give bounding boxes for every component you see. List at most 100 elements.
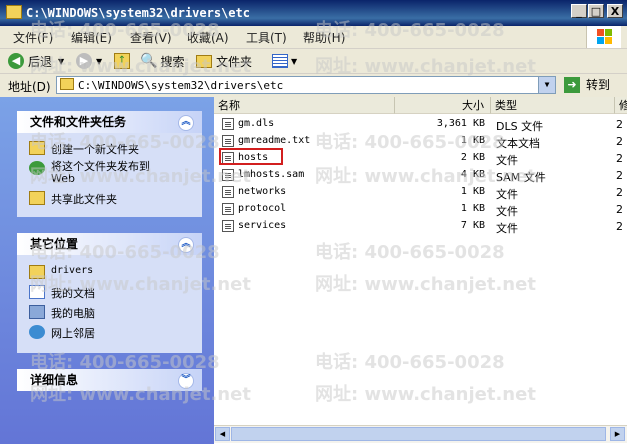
views-icon xyxy=(272,54,288,68)
horizontal-scrollbar[interactable]: ◀ ▶ xyxy=(214,425,627,443)
new-folder-link[interactable]: 创建一个新文件夹 xyxy=(29,141,139,157)
network-icon xyxy=(29,325,45,339)
file-size: 1 KB xyxy=(460,135,485,146)
file-row[interactable]: protocol 1 KB 文件 2 xyxy=(220,201,625,218)
file-tasks-title: 文件和文件夹任务 xyxy=(30,115,127,129)
expand-icon[interactable]: ︾ xyxy=(178,373,194,389)
chevron-down-icon: ▼ xyxy=(291,56,298,66)
computer-icon xyxy=(29,305,45,319)
search-button[interactable]: 🔍 搜索 xyxy=(140,51,184,71)
forward-button[interactable]: ▶ ▼ xyxy=(76,51,102,71)
back-label: 后退 xyxy=(28,54,53,69)
file-name: lmhosts.sam xyxy=(238,169,305,180)
go-label: 转到 xyxy=(586,78,611,92)
publish-web-label-2: Web xyxy=(51,172,75,185)
collapse-icon[interactable]: ︽ xyxy=(178,115,194,131)
other-places-title: 其它位置 xyxy=(30,237,79,251)
chevron-down-icon: ▼ xyxy=(58,56,65,66)
menu-tools[interactable]: 工具(T) xyxy=(246,29,287,46)
folder-up-icon: ↑ xyxy=(114,53,130,69)
folder-icon xyxy=(29,265,45,279)
file-tasks-header[interactable]: 文件和文件夹任务 ︽ xyxy=(17,111,202,133)
column-type[interactable]: 类型 xyxy=(491,97,615,114)
file-modified: 2 xyxy=(616,152,623,165)
other-places-header[interactable]: 其它位置 ︽ xyxy=(17,233,202,255)
address-label: 地址(D) xyxy=(8,80,51,94)
file-size: 4 KB xyxy=(460,169,485,180)
chevron-down-icon: ▼ xyxy=(96,56,103,66)
file-type: 文本文档 xyxy=(496,137,540,150)
file-name: protocol xyxy=(238,203,287,214)
file-modified: 2 xyxy=(616,203,623,216)
details-header[interactable]: 详细信息 ︾ xyxy=(17,369,202,391)
window-title: C:\WINDOWS\system32\drivers\etc xyxy=(26,6,250,20)
globe-icon xyxy=(29,161,45,175)
scroll-thumb[interactable] xyxy=(231,427,606,441)
menu-bar: 文件(F) 编辑(E) 查看(V) 收藏(A) 工具(T) 帮助(H) xyxy=(0,26,627,49)
file-row[interactable]: services 7 KB 文件 2 xyxy=(220,218,625,235)
column-size[interactable]: 大小 xyxy=(395,97,491,114)
task-pane: 文件和文件夹任务 ︽ 创建一个新文件夹 将这个文件夹发布到 Web 共享此文件夹… xyxy=(0,97,214,444)
details-panel: 详细信息 ︾ xyxy=(17,369,202,391)
new-folder-icon xyxy=(29,141,45,155)
folder-icon xyxy=(196,54,212,68)
share-folder-label: 共享此文件夹 xyxy=(51,193,117,206)
toolbar: ◀ 后退 ▼ ▶ ▼ ↑ 🔍 搜索 文件夹 ▼ xyxy=(0,49,627,74)
scroll-right-icon[interactable]: ▶ xyxy=(610,427,625,441)
close-button[interactable]: X xyxy=(607,4,623,18)
file-row[interactable]: networks 1 KB 文件 2 xyxy=(220,184,625,201)
share-folder-link[interactable]: 共享此文件夹 xyxy=(29,191,117,207)
back-button[interactable]: ◀ 后退 ▼ xyxy=(8,51,64,71)
new-folder-label: 创建一个新文件夹 xyxy=(51,143,139,156)
menu-file[interactable]: 文件(F) xyxy=(13,29,53,46)
folders-button[interactable]: 文件夹 xyxy=(196,51,252,71)
minimize-button[interactable]: _ xyxy=(571,4,587,18)
file-row[interactable]: lmhosts.sam 4 KB SAM 文件 2 xyxy=(220,167,625,184)
file-type: 文件 xyxy=(496,222,518,235)
file-icon xyxy=(222,220,234,232)
address-value: C:\WINDOWS\system32\drivers\etc xyxy=(78,79,284,92)
publish-web-link[interactable]: 将这个文件夹发布到 Web xyxy=(29,161,150,185)
file-row[interactable]: gm.dls 3,361 KB DLS 文件 2 xyxy=(220,116,625,133)
chevron-down-icon[interactable]: ▼ xyxy=(538,77,555,93)
file-icon xyxy=(222,118,234,130)
windows-logo xyxy=(586,26,621,48)
file-size: 3,361 KB xyxy=(436,118,485,129)
go-button[interactable]: ➜ 转到 xyxy=(564,76,610,93)
file-icon xyxy=(222,169,234,181)
place-network[interactable]: 网上邻居 xyxy=(29,325,95,341)
menu-favorites[interactable]: 收藏(A) xyxy=(187,29,229,46)
search-label: 搜索 xyxy=(160,54,185,69)
file-tasks-panel: 文件和文件夹任务 ︽ 创建一个新文件夹 将这个文件夹发布到 Web 共享此文件夹 xyxy=(17,111,202,217)
file-type: 文件 xyxy=(496,188,518,201)
file-name: gmreadme.txt xyxy=(238,135,311,146)
views-button[interactable]: ▼ xyxy=(272,51,297,71)
address-field[interactable]: C:\WINDOWS\system32\drivers\etc ▼ xyxy=(56,76,556,94)
maximize-button[interactable]: □ xyxy=(588,4,604,18)
file-icon xyxy=(222,135,234,147)
folder-icon xyxy=(60,78,74,90)
search-icon: 🔍 xyxy=(140,53,158,69)
up-button[interactable]: ↑ xyxy=(114,51,130,71)
title-bar[interactable]: C:\WINDOWS\system32\drivers\etc _ □ X xyxy=(0,0,627,26)
file-name: gm.dls xyxy=(238,118,275,129)
file-modified: 2 xyxy=(616,135,623,148)
file-size: 1 KB xyxy=(460,203,485,214)
file-modified: 2 xyxy=(616,186,623,199)
column-modified[interactable]: 修 xyxy=(615,97,627,114)
file-size: 1 KB xyxy=(460,186,485,197)
scroll-left-icon[interactable]: ◀ xyxy=(215,427,230,441)
column-name[interactable]: 名称 xyxy=(214,97,395,114)
place-my-documents[interactable]: 我的文档 xyxy=(29,285,95,301)
file-size: 7 KB xyxy=(460,220,485,231)
place-drivers[interactable]: drivers xyxy=(29,265,93,279)
collapse-icon[interactable]: ︽ xyxy=(178,237,194,253)
menu-edit[interactable]: 编辑(E) xyxy=(71,29,112,46)
place-my-computer[interactable]: 我的电脑 xyxy=(29,305,95,321)
share-folder-icon xyxy=(29,191,45,205)
documents-icon xyxy=(29,285,45,299)
menu-view[interactable]: 查看(V) xyxy=(130,29,172,46)
address-bar: 地址(D) C:\WINDOWS\system32\drivers\etc ▼ … xyxy=(0,74,627,96)
menu-help[interactable]: 帮助(H) xyxy=(303,29,345,46)
file-modified: 2 xyxy=(616,169,623,182)
